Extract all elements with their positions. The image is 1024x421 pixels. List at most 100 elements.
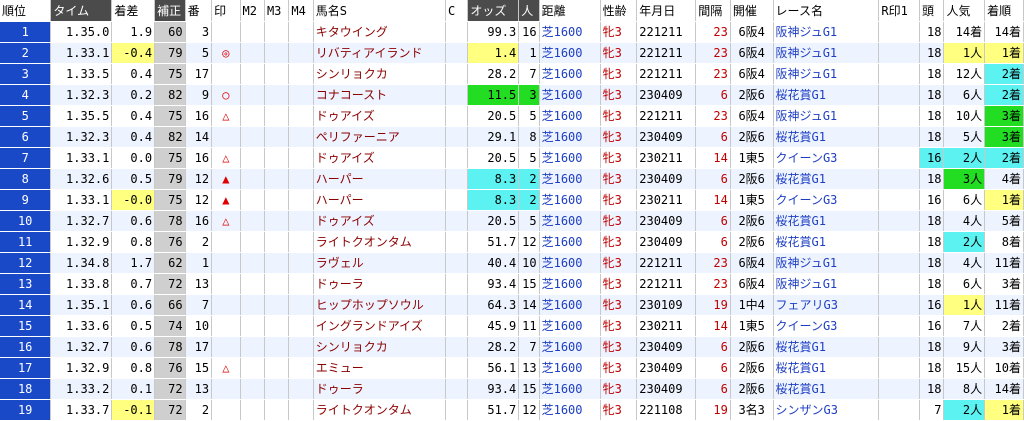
table-row[interactable]: 5 1.35.5 0.4 75 16 △ ドゥアイズ 20.5 5 芝1600 牝3 221211 23… — [0, 105, 1024, 127]
cell-odds: 93.4 — [467, 273, 520, 295]
cell-empty — [878, 189, 921, 211]
cell-ninki: 8人 — [943, 378, 986, 400]
cell-horse: コナコースト — [313, 84, 447, 106]
cell-empty — [264, 357, 290, 379]
cell-odds: 93.4 — [467, 378, 520, 400]
cell-date: 230409 — [636, 168, 697, 190]
cell-sex: 牝3 — [600, 126, 638, 148]
cell-mark — [211, 252, 241, 274]
column-header[interactable]: 補正 — [154, 0, 186, 22]
cell-odds: 51.7 — [467, 231, 520, 253]
cell-race: 桜花賞G1 — [773, 126, 880, 148]
table-row[interactable]: 1 1.35.0 1.9 60 3 キタウイング 99.3 16 芝1600 牝3 221211 23… — [0, 21, 1024, 43]
table-row[interactable]: 19 1.33.7 -0.1 72 2 ライトクオンタム 51.7 12 芝1600 牝3 2211… — [0, 399, 1024, 421]
column-header[interactable]: 着順 — [984, 0, 1024, 22]
table-row[interactable]: 3 1.33.5 0.4 75 17 シンリョクカ 28.2 7 芝1600 牝3 221211 23… — [0, 63, 1024, 85]
column-header[interactable]: C — [445, 0, 469, 22]
table-row[interactable]: 8 1.32.6 0.5 79 12 ▲ ハーパー 8.3 2 芝1600 牝3 230409 6 2阪6… — [0, 168, 1024, 190]
column-header[interactable]: 着差 — [111, 0, 156, 22]
cell-rank: 17 — [0, 357, 52, 379]
column-header[interactable]: タイム — [50, 0, 113, 22]
table-row[interactable]: 4 1.32.3 0.2 82 9 ○ コナコースト 11.5 3 芝1600 牝3 230409 6 2… — [0, 84, 1024, 106]
cell-kan: 23 — [695, 42, 731, 64]
cell-empty — [878, 273, 921, 295]
column-header[interactable]: 年月日 — [636, 0, 697, 22]
table-row[interactable]: 10 1.32.7 0.6 78 16 △ ドゥアイズ 20.5 5 芝1600 牝3 230409 6… — [0, 210, 1024, 232]
cell-time: 1.33.7 — [50, 399, 113, 421]
cell-empty — [264, 252, 290, 274]
cell-empty — [288, 231, 314, 253]
cell-hosei: 75 — [154, 147, 186, 169]
table-row[interactable]: 6 1.32.3 0.4 82 14 ペリファーニア 29.1 8 芝1600 牝3 230409 6… — [0, 126, 1024, 148]
column-header[interactable]: M4 — [288, 0, 314, 22]
cell-empty — [878, 399, 921, 421]
cell-empty — [264, 126, 290, 148]
cell-ninki: 7人 — [943, 315, 986, 337]
cell-chaku: 3着 — [984, 105, 1024, 127]
cell-chaku: 2着 — [984, 147, 1024, 169]
column-header[interactable]: レース名 — [773, 0, 880, 22]
column-header[interactable]: 開催 — [730, 0, 774, 22]
column-header[interactable]: オッズ — [467, 0, 520, 22]
cell-diff: 0.6 — [111, 210, 156, 232]
cell-sex: 牝3 — [600, 294, 638, 316]
column-header[interactable]: 人 — [518, 0, 540, 22]
column-header[interactable]: 印 — [211, 0, 241, 22]
table-row[interactable]: 13 1.33.8 0.7 72 13 ドゥーラ 93.4 15 芝1600 牝3 221211 23… — [0, 273, 1024, 295]
cell-mark: △ — [211, 105, 241, 127]
cell-odds: 11.5 — [467, 84, 520, 106]
column-header[interactable]: 番 — [185, 0, 213, 22]
cell-dist: 芝1600 — [539, 399, 601, 421]
cell-dist: 芝1600 — [539, 378, 601, 400]
cell-mark — [211, 63, 241, 85]
cell-hosei: 72 — [154, 399, 186, 421]
table-row[interactable]: 11 1.32.9 0.8 76 2 ライトクオンタム 51.7 12 芝1600 牝3 23040… — [0, 231, 1024, 253]
column-header[interactable]: 馬名S — [313, 0, 447, 22]
cell-empty — [240, 273, 265, 295]
cell-hosei: 72 — [154, 273, 186, 295]
table-row[interactable]: 2 1.33.1 -0.4 79 5 ◎ リバティアイランド 1.4 1 芝1600 牝3 22121… — [0, 42, 1024, 64]
column-header[interactable]: M2 — [240, 0, 265, 22]
cell-rank: 1 — [0, 21, 52, 43]
column-header[interactable]: R印1 — [878, 0, 921, 22]
table-row[interactable]: 14 1.35.1 0.6 66 7 ヒップホップソウル 64.3 14 芝1600 牝3 2301… — [0, 294, 1024, 316]
cell-diff: -0.4 — [111, 42, 156, 64]
cell-diff: 0.0 — [111, 147, 156, 169]
cell-ninki: 5人 — [943, 126, 986, 148]
table-row[interactable]: 7 1.33.1 0.0 75 16 △ ドゥアイズ 20.5 5 芝1600 牝3 230211 14… — [0, 147, 1024, 169]
cell-nin: 12 — [518, 399, 540, 421]
cell-ninki: 4人 — [943, 252, 986, 274]
column-header[interactable]: 性齢 — [600, 0, 638, 22]
column-header[interactable]: 距離 — [539, 0, 601, 22]
cell-sex: 牝3 — [600, 336, 638, 358]
cell-rank: 9 — [0, 189, 52, 211]
column-header[interactable]: 人気 — [943, 0, 986, 22]
cell-empty — [264, 189, 290, 211]
table-row[interactable]: 12 1.34.8 1.7 62 1 ラヴェル 40.4 10 芝1600 牝3 221211 23 6… — [0, 252, 1024, 274]
cell-empty — [264, 105, 290, 127]
table-row[interactable]: 16 1.32.7 0.6 78 17 シンリョクカ 28.2 7 芝1600 牝3 230409 6… — [0, 336, 1024, 358]
cell-tou: 18 — [919, 126, 945, 148]
cell-rank: 4 — [0, 84, 52, 106]
table-row[interactable]: 18 1.33.2 0.1 72 13 ドゥーラ 93.4 15 芝1600 牝3 230409 6 2… — [0, 378, 1024, 400]
column-header[interactable]: 頭 — [919, 0, 945, 22]
cell-empty — [288, 168, 314, 190]
cell-race: シンザンG3 — [773, 399, 880, 421]
cell-empty — [288, 399, 314, 421]
cell-mark: △ — [211, 357, 241, 379]
cell-empty — [240, 399, 265, 421]
cell-sex: 牝3 — [600, 189, 638, 211]
column-header[interactable]: M3 — [264, 0, 290, 22]
cell-race: 桜花賞G1 — [773, 378, 880, 400]
table-row[interactable]: 15 1.33.6 0.5 74 10 イングランドアイズ 45.9 11 芝1600 牝3 230… — [0, 315, 1024, 337]
cell-rank: 16 — [0, 336, 52, 358]
table-row[interactable]: 17 1.32.9 0.8 76 15 △ エミュー 56.1 13 芝1600 牝3 230409 6… — [0, 357, 1024, 379]
column-header[interactable]: 順位 — [0, 0, 52, 22]
cell-dist: 芝1600 — [539, 168, 601, 190]
table-row[interactable]: 9 1.33.1 -0.0 75 12 ▲ ハーパー 8.3 2 芝1600 牝3 230211 14 1… — [0, 189, 1024, 211]
cell-time: 1.33.1 — [50, 147, 113, 169]
column-header[interactable]: 間隔 — [695, 0, 731, 22]
cell-race: 桜花賞G1 — [773, 84, 880, 106]
cell-ninki: 6人 — [943, 273, 986, 295]
cell-odds: 45.9 — [467, 315, 520, 337]
